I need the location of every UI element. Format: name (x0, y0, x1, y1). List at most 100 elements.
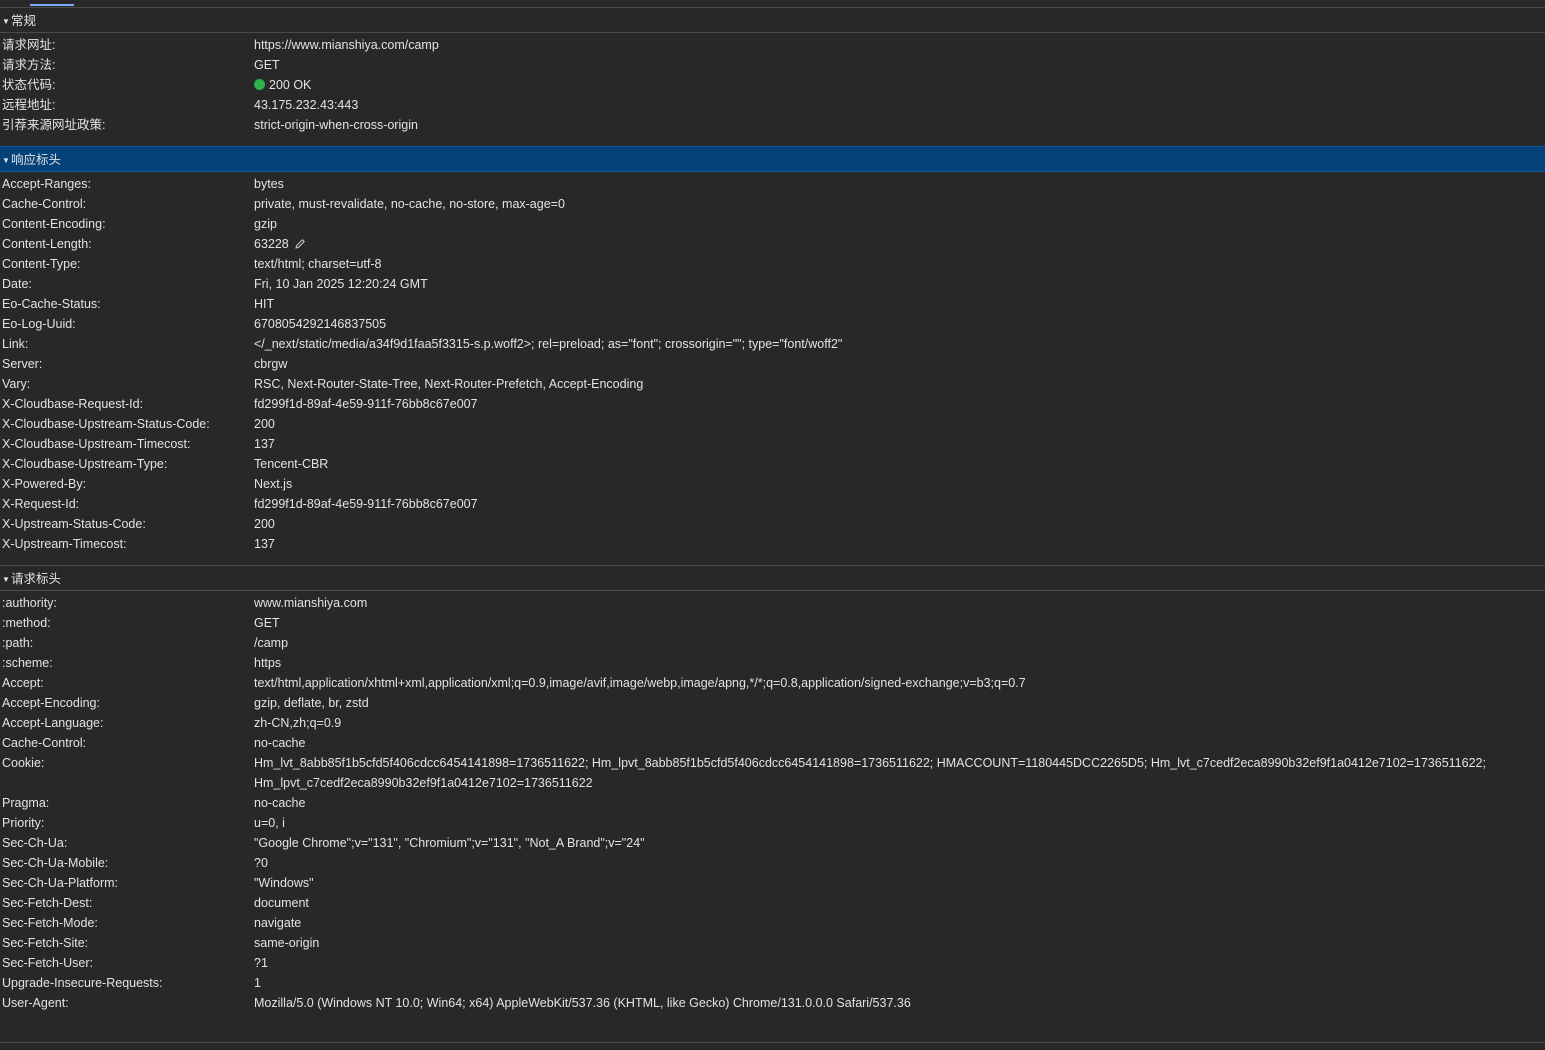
header-key: Accept-Ranges: (2, 177, 91, 191)
header-key: User-Agent: (2, 996, 69, 1010)
header-value: 200 (254, 417, 275, 431)
header-key: Cache-Control: (2, 197, 87, 211)
header-value: GET (254, 616, 280, 630)
header-row: Sec-Fetch-Site: same-origin (0, 933, 1545, 953)
header-row: Upgrade-Insecure-Requests: 1 (0, 973, 1545, 993)
header-key: Pragma: (2, 796, 50, 810)
header-key: X-Powered-By: (2, 477, 87, 491)
header-key: :method: (2, 616, 51, 630)
header-row: :path: /camp (0, 633, 1545, 653)
status-text: 200 OK (269, 78, 312, 92)
header-value: strict-origin-when-cross-origin (254, 118, 418, 132)
header-row: Cache-Control: no-cache (0, 733, 1545, 753)
header-key: Upgrade-Insecure-Requests: (2, 976, 163, 990)
header-row: Server: cbrgw (0, 354, 1545, 374)
header-row: Sec-Fetch-Dest: document (0, 893, 1545, 913)
section-header-response-headers[interactable]: ▼响应标头 (0, 146, 1545, 172)
header-key: X-Upstream-Timecost: (2, 537, 127, 551)
header-value: navigate (254, 916, 302, 930)
header-key: Sec-Fetch-Dest: (2, 896, 93, 910)
header-key: 请求方法: (2, 58, 56, 72)
header-row: Content-Type: text/html; charset=utf-8 (0, 254, 1545, 274)
header-value: RSC, Next-Router-State-Tree, Next-Router… (254, 377, 644, 391)
header-key: Accept-Language: (2, 716, 104, 730)
header-key: Priority: (2, 816, 45, 830)
divider (0, 1042, 1545, 1043)
pencil-icon[interactable] (294, 236, 306, 256)
header-value: no-cache (254, 736, 306, 750)
header-key: X-Cloudbase-Upstream-Type: (2, 457, 168, 471)
header-row: Cache-Control: private, must-revalidate, … (0, 194, 1545, 214)
header-value: document (254, 896, 309, 910)
header-value: 200 (254, 517, 275, 531)
header-key: Link: (2, 337, 29, 351)
header-key: X-Cloudbase-Request-Id: (2, 397, 144, 411)
header-row: Sec-Ch-Ua-Mobile: ?0 (0, 853, 1545, 873)
section-header-general[interactable]: ▼常规 (0, 7, 1545, 33)
header-key: Content-Encoding: (2, 217, 106, 231)
header-key: Content-Length: (2, 237, 92, 251)
header-value: 6708054292146837505 (254, 317, 387, 331)
header-key: :authority: (2, 596, 57, 610)
header-row: :method: GET (0, 613, 1545, 633)
section-title-response-headers: 响应标头 (11, 153, 62, 167)
header-value: Next.js (254, 477, 293, 491)
header-row: Vary: RSC, Next-Router-State-Tree, Next-R… (0, 374, 1545, 394)
header-row: :authority: www.mianshiya.com (0, 593, 1545, 613)
header-row: Date: Fri, 10 Jan 2025 12:20:24 GMT (0, 274, 1545, 294)
header-key: :path: (2, 636, 34, 650)
header-row: Eo-Cache-Status: HIT (0, 294, 1545, 314)
header-key: Eo-Log-Uuid: (2, 317, 76, 331)
header-row: :scheme: https (0, 653, 1545, 673)
header-value: www.mianshiya.com (254, 596, 368, 610)
header-row: Eo-Log-Uuid: 6708054292146837505 (0, 314, 1545, 334)
header-key: X-Cloudbase-Upstream-Status-Code: (2, 417, 210, 431)
header-row: Priority: u=0, i (0, 813, 1545, 833)
general-row-remote-address: 远程地址: 43.175.232.43:443 (0, 95, 1545, 115)
header-key: Accept-Encoding: (2, 696, 100, 710)
header-row: Sec-Ch-Ua: "Google Chrome";v="131", "Chro… (0, 833, 1545, 853)
header-row: Cookie: Hm_lvt_8abb85f1b5cfd5f406cdcc6454… (0, 753, 1545, 793)
header-key: Sec-Fetch-Mode: (2, 916, 98, 930)
header-value: gzip (254, 217, 277, 231)
request-header-rows: :authority: www.mianshiya.com :method: GET:… (0, 593, 1545, 1013)
header-value: text/html; charset=utf-8 (254, 257, 382, 271)
expand-triangle-icon: ▼ (2, 17, 10, 26)
header-value: 43.175.232.43:443 (254, 98, 359, 112)
header-row: X-Cloudbase-Request-Id: fd299f1d-89af-4e5… (0, 394, 1545, 414)
header-value: no-cache (254, 796, 306, 810)
section-header-request-headers[interactable]: ▼请求标头 (0, 565, 1545, 591)
header-row: X-Cloudbase-Upstream-Status-Code: 200 (0, 414, 1545, 434)
header-key: X-Cloudbase-Upstream-Timecost: (2, 437, 191, 451)
header-row: X-Upstream-Status-Code: 200 (0, 514, 1545, 534)
header-key: 远程地址: (2, 98, 56, 112)
header-row: Sec-Fetch-Mode: navigate (0, 913, 1545, 933)
header-row: Sec-Ch-Ua-Platform: "Windows" (0, 873, 1545, 893)
header-row: Link: </_next/static/media/a34f9d1faa5f33… (0, 334, 1545, 354)
expand-triangle-icon: ▼ (2, 575, 10, 584)
header-value: Mozilla/5.0 (Windows NT 10.0; Win64; x64… (254, 996, 911, 1010)
header-value: 137 (254, 437, 275, 451)
header-value: 1 (254, 976, 261, 990)
header-key: Sec-Fetch-Site: (2, 936, 89, 950)
header-value: HIT (254, 297, 275, 311)
status-ok-icon (254, 79, 265, 90)
header-value: fd299f1d-89af-4e59-911f-76bb8c67e007 (254, 497, 478, 511)
header-value: ?1 (254, 956, 268, 970)
header-key: Date: (2, 277, 32, 291)
header-key: Server: (2, 357, 43, 371)
header-key: Sec-Ch-Ua: (2, 836, 68, 850)
header-value: Hm_lvt_8abb85f1b5cfd5f406cdcc6454141898=… (254, 756, 1486, 790)
header-row: X-Cloudbase-Upstream-Timecost: 137 (0, 434, 1545, 454)
header-value: text/html,application/xhtml+xml,applicat… (254, 676, 1026, 690)
header-value: 137 (254, 537, 275, 551)
header-key: Sec-Fetch-User: (2, 956, 93, 970)
header-key: 状态代码: (2, 78, 56, 92)
header-key: 请求网址: (2, 38, 56, 52)
header-row: Sec-Fetch-User: ?1 (0, 953, 1545, 973)
header-key: Sec-Ch-Ua-Platform: (2, 876, 118, 890)
section-title-general: 常规 (11, 14, 37, 28)
header-value: </_next/static/media/a34f9d1faa5f3315-s.… (254, 337, 843, 351)
header-value: cbrgw (254, 357, 288, 371)
header-value: 63228 (254, 237, 289, 251)
